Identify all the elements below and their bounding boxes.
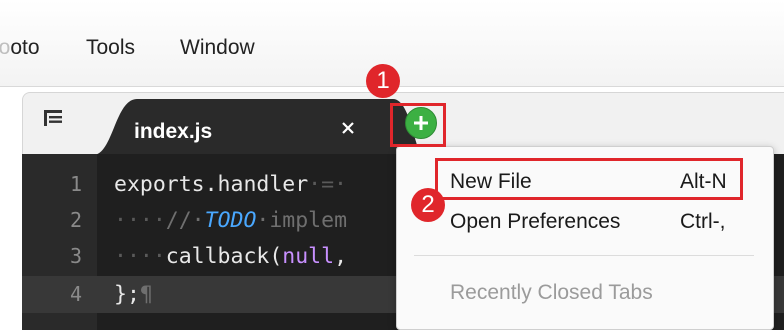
code-line-2: ····//·TODO·implem: [114, 208, 347, 233]
annotation-box-1: [390, 103, 446, 147]
tab-title: index.js: [134, 120, 213, 143]
menu-item-recently-closed-tabs[interactable]: Recently Closed Tabs: [450, 281, 653, 305]
annotation-badge-2: 2: [411, 188, 445, 222]
todo-keyword: TODO: [204, 208, 257, 233]
line-number: 3: [69, 244, 82, 268]
line-number: 4: [69, 282, 82, 306]
code-line-3: ····callback(null,: [114, 244, 347, 269]
whitespace-markers: ····: [114, 208, 166, 233]
comment-text: ·implem: [256, 208, 348, 233]
menu-goto[interactable]: iooto: [0, 36, 40, 60]
menu-goto-label: oto: [10, 36, 40, 59]
shortcut-open-preferences: Ctrl-,: [680, 210, 726, 233]
code-text: ,: [334, 244, 348, 269]
comment-text: //·: [165, 208, 205, 233]
whitespace-markers: ····: [114, 244, 166, 269]
code-text: exports.handler: [114, 172, 309, 197]
line-number: 2: [69, 208, 82, 232]
code-line-4: };¶: [114, 282, 153, 307]
null-keyword: null: [282, 244, 335, 269]
menu-divider: [414, 255, 754, 256]
line-number: 1: [69, 172, 82, 196]
code-text: };: [114, 282, 140, 307]
menu-tools[interactable]: Tools: [86, 36, 135, 60]
menu-item-open-preferences[interactable]: Open Preferences: [450, 210, 620, 234]
pilcrow-marker: ¶: [139, 282, 153, 307]
code-line-1: exports.handler·=·: [114, 172, 347, 197]
code-text: callback(: [165, 244, 283, 269]
annotation-box-2: [435, 158, 743, 200]
close-icon[interactable]: [338, 118, 358, 138]
annotation-badge-1: 1: [366, 64, 400, 98]
menu-goto-cut-letters: io: [0, 36, 11, 59]
whitespace-markers: ·=·: [308, 172, 348, 197]
tab-list-icon[interactable]: [43, 109, 63, 127]
menu-window[interactable]: Window: [180, 36, 255, 60]
